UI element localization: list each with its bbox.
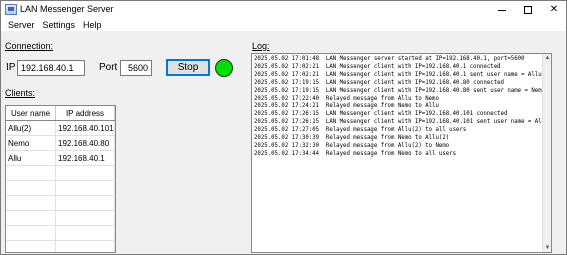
title-bar: LAN Messenger Server ✕ [1, 1, 566, 18]
app-window-icon [5, 4, 17, 15]
column-header-user-name[interactable]: User name [6, 106, 56, 120]
server-status-indicator [215, 59, 233, 77]
empty-cell [6, 226, 56, 240]
log-line: 2025.05.02 17:01:48 LAN Messenger server… [254, 56, 525, 62]
table-row[interactable]: Nemo 192.168.40.80 [6, 136, 115, 151]
close-icon: ✕ [549, 4, 559, 15]
client-user-name: Nemo [6, 136, 56, 150]
empty-cell [6, 166, 56, 180]
window-title: LAN Messenger Server [20, 4, 114, 14]
empty-cell [56, 181, 115, 195]
client-ip-address: 192.168.40.1 [56, 151, 115, 165]
table-row-empty [6, 211, 115, 226]
table-row-empty [6, 241, 115, 252]
log-scrollbar[interactable]: ▲ ▼ [542, 54, 551, 252]
port-field[interactable]: 5600 [120, 60, 152, 76]
log-section-label: Log: [252, 41, 270, 51]
log-line: 2025.05.02 17:22:40 Relayed message from… [254, 95, 439, 102]
minimize-button[interactable] [489, 1, 515, 18]
table-row-empty [6, 166, 115, 181]
log-line: 2025.05.02 17:27:05 Relayed message from… [254, 127, 467, 134]
maximize-button[interactable] [515, 1, 541, 18]
log-line: 2025.05.02 17:30:39 Relayed message from… [254, 135, 450, 142]
empty-cell [56, 226, 115, 240]
table-row[interactable]: Allu 192.168.40.1 [6, 151, 115, 166]
port-label: Port [99, 62, 118, 73]
log-line: 2025.05.02 17:19:15 LAN Messenger client… [254, 87, 546, 94]
close-button[interactable]: ✕ [541, 1, 567, 18]
ip-field[interactable]: 192.168.40.1 [17, 60, 85, 76]
column-header-ip-address[interactable]: IP address [56, 106, 115, 120]
clients-table: User name IP address Allu(2) 192.168.40.… [5, 105, 116, 253]
minimize-icon [498, 10, 506, 11]
app-window: LAN Messenger Server ✕ Server Settings H… [0, 0, 567, 255]
log-line: 2025.05.02 17:34:44 Relayed message from… [254, 150, 457, 157]
empty-cell [56, 196, 115, 210]
log-textarea[interactable]: 2025.05.02 17:01:48 LAN Messenger server… [251, 53, 552, 253]
menu-bar: Server Settings Help [1, 18, 566, 32]
table-row[interactable]: Allu(2) 192.168.40.101 [6, 121, 115, 136]
table-row-empty [6, 181, 115, 196]
client-ip-address: 192.168.40.101 [56, 121, 115, 135]
empty-cell [6, 181, 56, 195]
log-line: 2025.05.02 17:26:15 LAN Messenger client… [254, 111, 508, 118]
empty-cell [6, 241, 56, 252]
client-user-name: Allu [6, 151, 56, 165]
empty-cell [6, 211, 56, 225]
menu-server[interactable]: Server [4, 18, 39, 32]
ip-label: IP [6, 62, 16, 73]
table-row-empty [6, 196, 115, 211]
log-line: 2025.05.02 17:02:21 LAN Messenger client… [254, 71, 542, 78]
table-row-empty [6, 226, 115, 241]
log-lines: 2025.05.02 17:01:48 LAN Messenger server… [254, 56, 548, 159]
log-line: 2025.05.02 17:26:15 LAN Messenger client… [254, 119, 549, 126]
connection-section-label: Connection: [5, 41, 54, 51]
menu-settings[interactable]: Settings [39, 18, 80, 32]
empty-cell [56, 241, 115, 252]
log-line: 2025.05.02 17:19:15 LAN Messenger client… [254, 79, 504, 86]
client-user-name: Allu(2) [6, 121, 56, 135]
empty-cell [6, 196, 56, 210]
clients-section-label: Clients: [5, 88, 36, 98]
stop-button[interactable]: Stop [166, 59, 210, 76]
scroll-up-icon[interactable]: ▲ [544, 54, 551, 62]
menu-help[interactable]: Help [79, 18, 106, 32]
log-line: 2025.05.02 17:32:30 Relayed message from… [254, 142, 450, 149]
empty-cell [56, 211, 115, 225]
empty-cell [56, 166, 115, 180]
log-line: 2025.05.02 17:02:21 LAN Messenger client… [254, 63, 501, 70]
empty-rows [6, 166, 115, 252]
log-line: 2025.05.02 17:24:21 Relayed message from… [254, 103, 439, 110]
scroll-down-icon[interactable]: ▼ [544, 244, 551, 252]
client-ip-address: 192.168.40.80 [56, 136, 115, 150]
clients-table-header: User name IP address [6, 106, 115, 121]
maximize-icon [524, 5, 532, 14]
